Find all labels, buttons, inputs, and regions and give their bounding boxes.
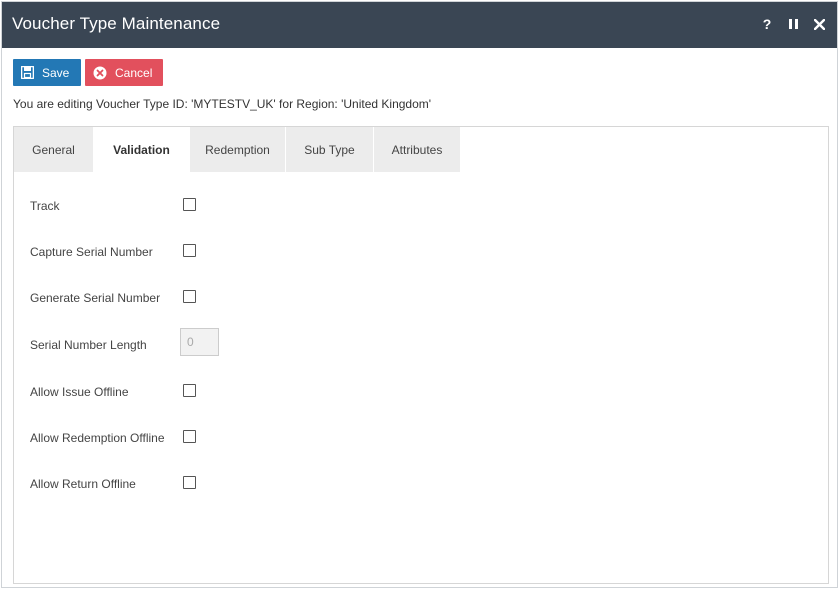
generate-serial-label: Generate Serial Number xyxy=(30,291,161,305)
allow-redemption-offline-checkbox[interactable] xyxy=(183,430,196,443)
allow-issue-offline-checkbox[interactable] xyxy=(183,384,196,397)
tab-strip: General Validation Redemption Sub Type A… xyxy=(14,127,461,172)
save-button-label: Save xyxy=(42,65,70,80)
window-title: Voucher Type Maintenance xyxy=(12,14,221,33)
allow-return-offline-label: Allow Return Offline xyxy=(30,477,136,491)
help-icon[interactable]: ? xyxy=(759,15,775,33)
x-circle-icon xyxy=(93,66,107,80)
allow-issue-offline-label: Allow Issue Offline xyxy=(30,385,129,399)
tab-sub-type[interactable]: Sub Type xyxy=(286,127,374,172)
capture-serial-row: Capture Serial Number xyxy=(30,243,430,263)
allow-redemption-offline-label: Allow Redemption Offline xyxy=(30,431,165,445)
title-bar: Voucher Type Maintenance ? xyxy=(2,2,837,48)
capture-serial-checkbox[interactable] xyxy=(183,244,196,257)
tab-validation[interactable]: Validation xyxy=(94,127,190,172)
close-icon[interactable] xyxy=(811,15,827,33)
floppy-disk-icon xyxy=(21,66,34,79)
allow-return-offline-checkbox[interactable] xyxy=(183,476,196,489)
save-button[interactable]: Save xyxy=(13,59,81,86)
allow-return-offline-row: Allow Return Offline xyxy=(30,475,430,495)
tab-panel: General Validation Redemption Sub Type A… xyxy=(13,126,829,584)
serial-length-label: Serial Number Length xyxy=(30,338,147,352)
track-label: Track xyxy=(30,199,60,213)
generate-serial-row: Generate Serial Number xyxy=(30,289,430,309)
title-bar-controls: ? xyxy=(759,15,827,33)
serial-length-row: Serial Number Length xyxy=(30,328,430,356)
allow-redemption-offline-row: Allow Redemption Offline xyxy=(30,429,430,449)
track-row: Track xyxy=(30,197,430,217)
cancel-button[interactable]: Cancel xyxy=(85,59,163,86)
allow-issue-offline-row: Allow Issue Offline xyxy=(30,383,430,403)
pause-icon[interactable] xyxy=(785,15,801,33)
capture-serial-label: Capture Serial Number xyxy=(30,245,153,259)
tab-redemption[interactable]: Redemption xyxy=(190,127,286,172)
generate-serial-checkbox[interactable] xyxy=(183,290,196,303)
action-toolbar: Save Cancel xyxy=(13,59,163,86)
cancel-button-label: Cancel xyxy=(115,65,153,80)
track-checkbox[interactable] xyxy=(183,198,196,211)
editing-message: You are editing Voucher Type ID: 'MYTEST… xyxy=(13,97,432,111)
tab-attributes[interactable]: Attributes xyxy=(374,127,461,172)
serial-length-input[interactable] xyxy=(180,328,219,356)
tab-general[interactable]: General xyxy=(14,127,94,172)
voucher-type-window: Voucher Type Maintenance ? Save Cancel Y… xyxy=(1,1,838,588)
